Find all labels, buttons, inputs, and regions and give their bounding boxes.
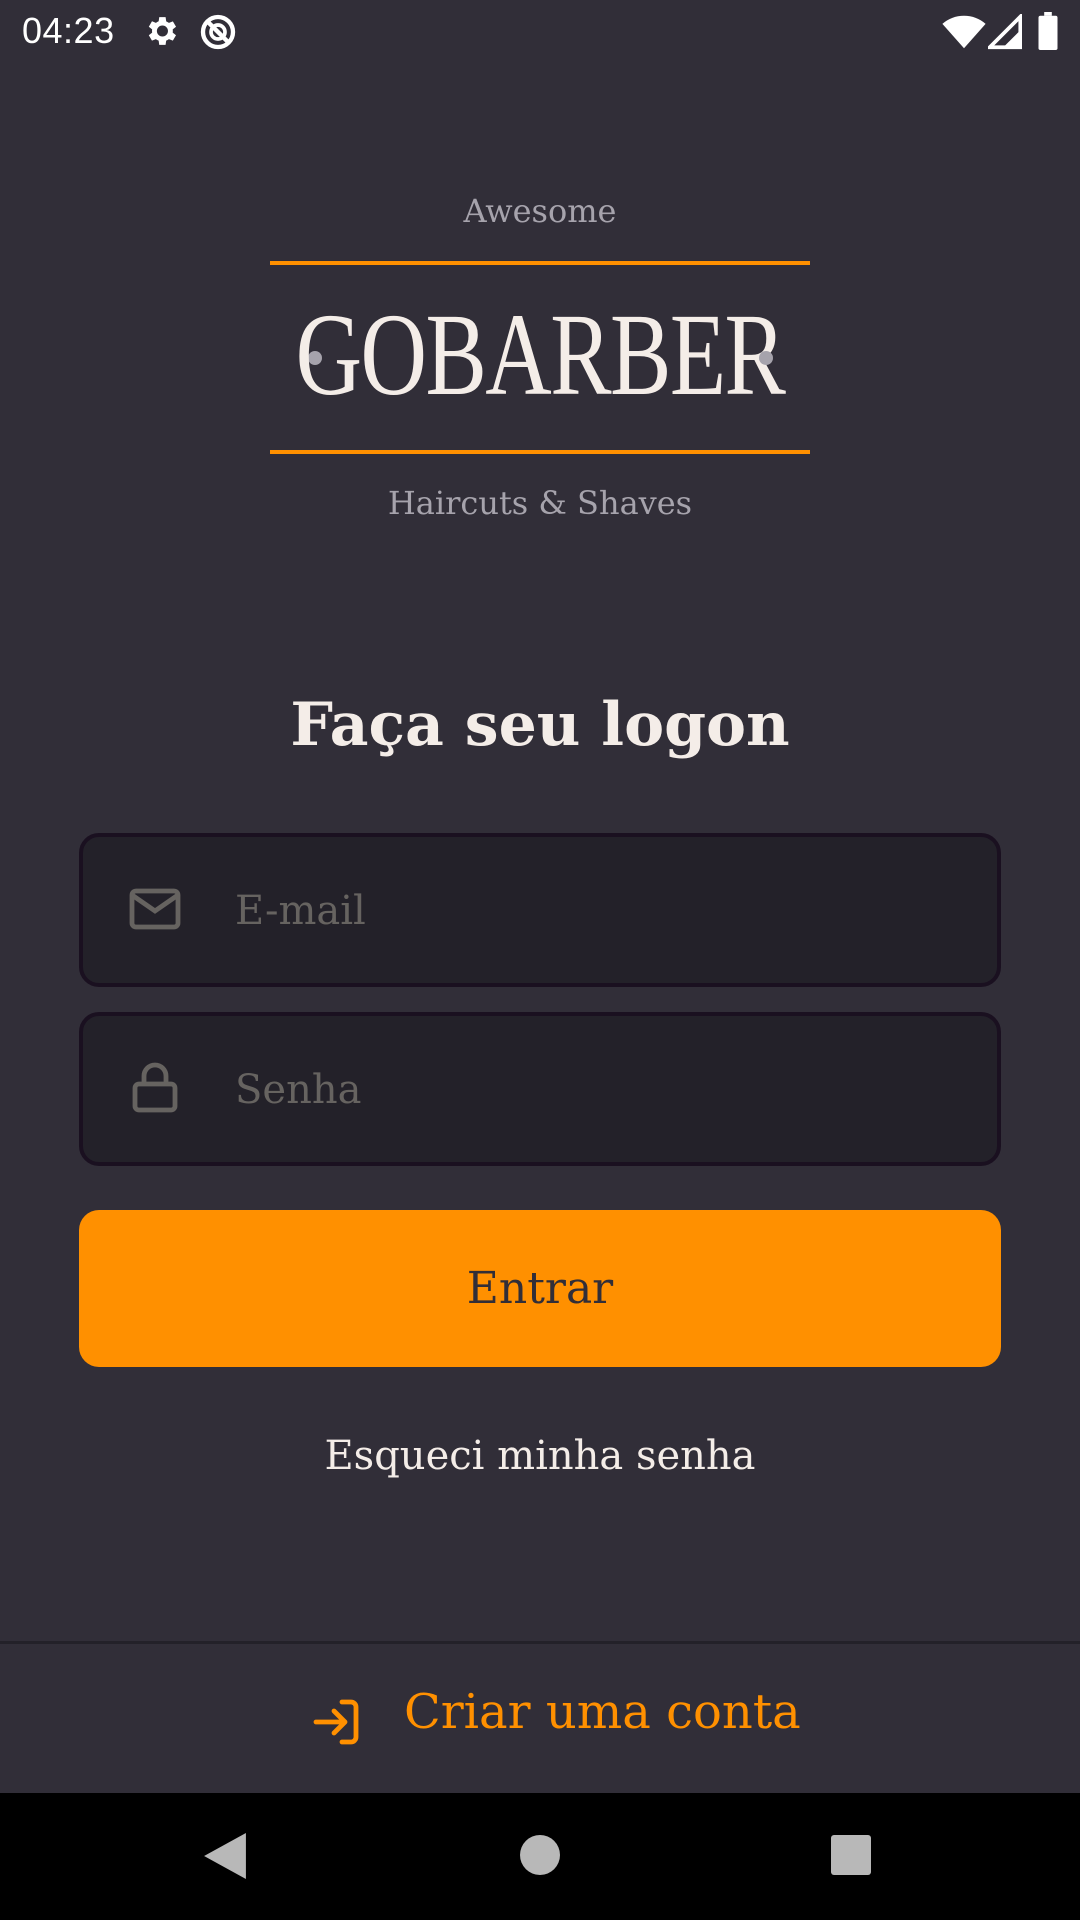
logo-divider-bottom (270, 450, 810, 454)
log-in-icon (310, 1696, 362, 1752)
create-account-button[interactable]: Criar uma conta (0, 1641, 1080, 1793)
home-icon[interactable] (520, 1835, 560, 1879)
mail-icon (129, 887, 181, 935)
logo-dot-right (759, 351, 773, 365)
logo-tagline-bottom: Haircuts & Shaves (387, 484, 693, 522)
forgot-password-link[interactable]: Esqueci minha senha (0, 1433, 1080, 1479)
password-input[interactable] (233, 1016, 977, 1164)
email-input[interactable] (233, 837, 977, 985)
page-title: Faça seu logon (290, 690, 790, 760)
create-account-label: Criar uma conta (404, 1684, 801, 1740)
logo-divider-top (270, 261, 810, 265)
back-icon[interactable] (204, 1833, 246, 1883)
gobarber-logo: Awesome GOBARBER Haircuts & Shaves (0, 0, 1080, 560)
recents-icon[interactable] (831, 1835, 871, 1879)
logo-wordmark: GOBARBER (295, 289, 786, 420)
password-field[interactable] (79, 1012, 1001, 1166)
email-field[interactable] (79, 833, 1001, 987)
lock-icon (129, 1060, 181, 1118)
login-button[interactable]: Entrar (79, 1210, 1001, 1367)
navigation-bar (0, 1793, 1080, 1920)
logo-tagline-top: Awesome (463, 192, 617, 230)
